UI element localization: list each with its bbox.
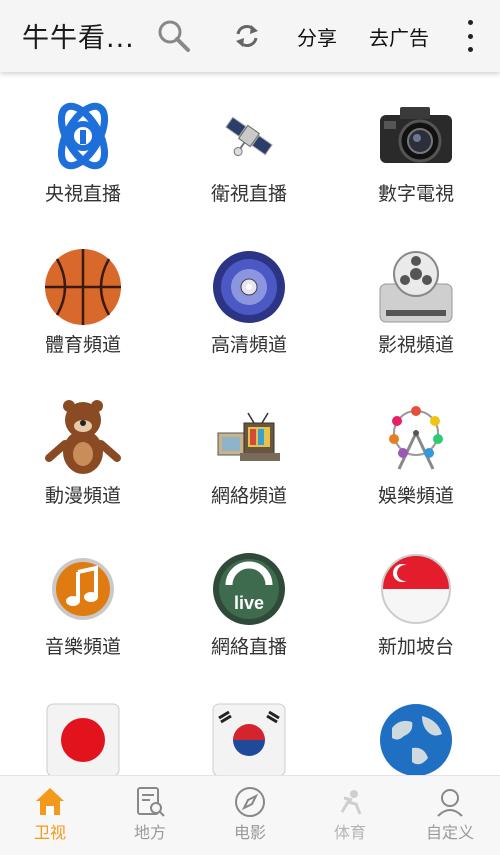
channel-label: 數字電視	[377, 183, 454, 205]
local-search-icon	[134, 786, 166, 820]
tab-label: 地方	[133, 823, 166, 842]
channel-entertainment[interactable]: 娛樂頻道	[333, 374, 499, 524]
channel-label: 衛視直播	[210, 183, 287, 205]
cctv-logo-icon	[43, 96, 123, 176]
channel-satellite[interactable]: 衛視直播	[166, 72, 332, 222]
channel-label: 娛樂頻道	[377, 485, 454, 507]
refresh-icon[interactable]	[229, 18, 265, 54]
ferris-wheel-icon	[376, 398, 456, 478]
bottom-nav: 卫视 地方 电影 体育 自定义	[0, 775, 500, 855]
channel-singapore[interactable]: 新加坡台	[333, 525, 499, 675]
app-title: 牛牛看...	[22, 23, 135, 54]
more-options-icon[interactable]	[458, 20, 482, 52]
basketball-icon	[43, 247, 123, 327]
tab-custom[interactable]: 自定义	[400, 776, 500, 855]
channel-digital-tv[interactable]: 數字電視	[333, 72, 499, 222]
tab-label: 卫视	[33, 823, 66, 842]
channel-music[interactable]: 音樂頻道	[0, 525, 166, 675]
korea-flag-icon	[209, 700, 289, 775]
channel-grid: 央視直播 衛視直播 數字電視 體育頻道 高清頻道 影視頻道 動漫頻道 網絡頻道 …	[0, 72, 500, 775]
channel-label: 新加坡台	[377, 636, 454, 658]
tab-local[interactable]: 地方	[100, 776, 200, 855]
live-icon: live	[209, 549, 289, 629]
channel-label: 體育頻道	[44, 334, 121, 356]
tab-label: 体育	[333, 823, 366, 842]
user-icon	[434, 786, 466, 820]
tab-satellite[interactable]: 卫视	[0, 776, 100, 855]
satellite-icon	[209, 96, 289, 176]
film-reel-icon	[376, 247, 456, 327]
channel-japan[interactable]	[0, 676, 166, 775]
tv-sets-icon	[209, 398, 289, 478]
channel-label: 音樂頻道	[44, 636, 121, 658]
japan-flag-icon	[43, 700, 123, 775]
channel-label: 網絡直播	[210, 636, 287, 658]
share-button[interactable]: 分享	[297, 22, 337, 51]
camera-icon	[376, 96, 456, 176]
channel-network[interactable]: 網絡頻道	[166, 374, 332, 524]
tab-label: 电影	[233, 823, 266, 842]
sports-icon	[334, 786, 366, 820]
channel-korea[interactable]	[166, 676, 332, 775]
channel-live[interactable]: live 網絡直播	[166, 525, 332, 675]
channel-cctv[interactable]: 央視直播	[0, 72, 166, 222]
channel-label: 影視頻道	[377, 334, 454, 356]
channel-sports[interactable]: 體育頻道	[0, 223, 166, 373]
app-bar: 牛牛看... 分享 去广告	[0, 0, 500, 72]
compass-icon	[234, 786, 266, 820]
live-badge-text: live	[234, 593, 264, 613]
remove-ads-button[interactable]: 去广告	[369, 22, 429, 51]
channel-label: 動漫頻道	[44, 485, 121, 507]
globe-icon	[376, 700, 456, 775]
channel-label: 央視直播	[44, 183, 121, 205]
singapore-flag-icon	[376, 549, 456, 629]
music-note-icon	[43, 549, 123, 629]
tab-sports[interactable]: 体育	[300, 776, 400, 855]
channel-world[interactable]	[333, 676, 499, 775]
channel-anime[interactable]: 動漫頻道	[0, 374, 166, 524]
bear-icon	[43, 398, 123, 478]
channel-label: 高清頻道	[210, 334, 287, 356]
disc-icon	[209, 247, 289, 327]
channel-movies[interactable]: 影視頻道	[333, 223, 499, 373]
tab-label: 自定义	[425, 823, 474, 842]
home-icon	[34, 786, 66, 820]
channel-hd[interactable]: 高清頻道	[166, 223, 332, 373]
search-icon[interactable]	[156, 18, 192, 54]
tab-movies[interactable]: 电影	[200, 776, 300, 855]
channel-label: 網絡頻道	[210, 485, 287, 507]
